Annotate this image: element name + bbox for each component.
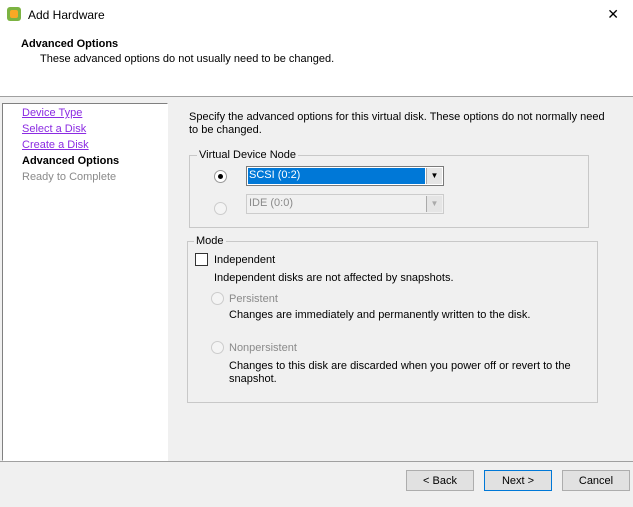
step-create-disk[interactable]: Create a Disk — [22, 139, 89, 151]
independent-checkbox[interactable] — [195, 253, 208, 266]
nonpersistent-label: Nonpersistent — [229, 342, 297, 354]
independent-label: Independent — [214, 254, 276, 266]
step-advanced-options: Advanced Options — [22, 155, 120, 167]
close-icon[interactable]: ✕ — [607, 6, 619, 23]
back-button[interactable]: < Back — [406, 470, 474, 491]
ide-select[interactable]: IDE (0:0) ▼ — [246, 194, 444, 214]
persistent-label: Persistent — [229, 293, 278, 305]
persistent-desc: Changes are immediately and permanently … — [229, 309, 531, 321]
wizard-steps: Device Type Select a Disk Create a Disk … — [2, 103, 168, 461]
step-select-disk[interactable]: Select a Disk — [22, 123, 86, 135]
window-title: Add Hardware — [28, 8, 105, 22]
cancel-button[interactable]: Cancel — [562, 470, 630, 491]
virtual-device-node-group: Virtual Device Node — [189, 149, 589, 228]
chevron-down-icon[interactable]: ▼ — [426, 168, 442, 184]
scsi-radio[interactable] — [214, 170, 227, 183]
mode-legend: Mode — [196, 235, 224, 247]
ide-radio[interactable] — [214, 202, 227, 215]
chevron-down-icon: ▼ — [426, 196, 442, 212]
page-subtitle: These advanced options do not usually ne… — [40, 53, 335, 65]
wizard-header: Advanced Options These advanced options … — [0, 30, 633, 97]
page-title: Advanced Options — [21, 38, 119, 50]
title-bar: Add Hardware ✕ — [0, 0, 633, 30]
scsi-select[interactable]: SCSI (0:2) ▼ — [246, 166, 444, 186]
divider — [0, 461, 633, 462]
independent-desc: Independent disks are not affected by sn… — [214, 272, 454, 284]
app-icon — [7, 7, 21, 21]
intro-text: Specify the advanced options for this vi… — [189, 111, 605, 136]
nonpersistent-radio[interactable] — [211, 341, 224, 354]
step-device-type[interactable]: Device Type — [22, 107, 82, 119]
step-ready: Ready to Complete — [22, 171, 117, 183]
next-button[interactable]: Next > — [484, 470, 552, 491]
persistent-radio[interactable] — [211, 292, 224, 305]
vdn-legend: Virtual Device Node — [199, 149, 297, 161]
nonpersistent-desc: Changes to this disk are discarded when … — [229, 360, 571, 385]
